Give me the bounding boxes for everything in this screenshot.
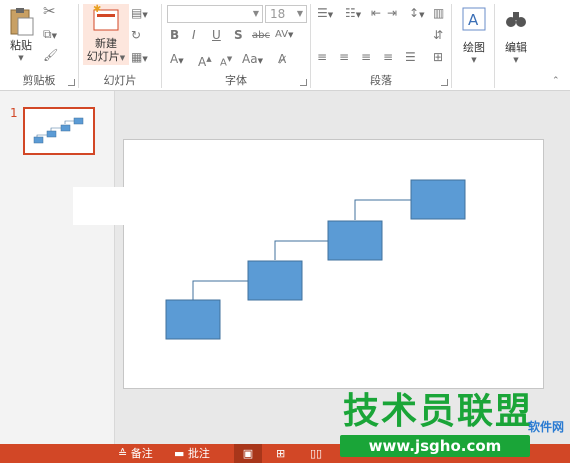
paragraph-group: ☰▼ ☷▼ ⇤ ⇥ ↕▼ ▥ ⇵ ⊞ ≡ ≡ ≡ ≡ ☰ 段落 xyxy=(311,0,451,90)
clipboard-launcher-icon[interactable] xyxy=(68,79,75,86)
shape-box-1 xyxy=(165,299,221,340)
slide-content xyxy=(165,179,466,340)
bullets-icon[interactable]: ☰▼ xyxy=(317,6,333,22)
new-slide-label-1: 新建 xyxy=(95,37,117,50)
shape-box-3 xyxy=(327,220,383,261)
clipboard-group: 粘贴 ▼ ✂ ⧉▼ 🖌 剪贴板 xyxy=(0,0,78,90)
paragraph-group-label: 段落 xyxy=(370,74,392,87)
chevron-down-icon: ▼ xyxy=(18,54,24,62)
font-launcher-icon[interactable] xyxy=(300,79,307,86)
strikethrough-icon[interactable]: abc xyxy=(252,29,270,43)
align-right-icon[interactable]: ≡ xyxy=(361,50,371,64)
font-color-icon[interactable]: A▼ xyxy=(170,52,184,68)
line-spacing-icon[interactable]: ↕▼ xyxy=(409,6,424,22)
section-icon[interactable]: ▦▼ xyxy=(131,50,148,66)
binoculars-icon xyxy=(506,12,526,27)
drawing-label: 绘图 xyxy=(463,41,485,54)
columns-icon[interactable]: ▥ xyxy=(433,6,444,20)
thumbnail-preview xyxy=(33,117,84,144)
paste-label: 粘贴 xyxy=(10,39,32,52)
slide-canvas[interactable] xyxy=(123,139,544,389)
numbering-icon[interactable]: ☷▼ xyxy=(345,6,361,22)
new-slide-label-2: 幻灯片▼ xyxy=(86,50,126,63)
shape-box-4 xyxy=(410,179,466,220)
editing-button[interactable]: 编辑 ▼ xyxy=(499,6,533,67)
blank-overlay xyxy=(73,187,126,225)
drawing-group: A 绘图 ▼ xyxy=(452,0,494,90)
clipboard-group-label: 剪贴板 xyxy=(22,74,56,87)
shapes-icon: A xyxy=(462,7,486,31)
font-size-combo[interactable]: 18 ▼ xyxy=(265,5,307,23)
bold-icon[interactable]: B xyxy=(170,28,179,42)
shrink-font-icon[interactable]: A▼ xyxy=(220,52,232,70)
text-direction-icon[interactable]: ⇵ xyxy=(433,28,443,42)
decrease-indent-icon[interactable]: ⇤ xyxy=(371,6,381,20)
character-spacing-icon[interactable]: AV▼ xyxy=(275,28,293,42)
collapse-ribbon-icon[interactable]: ⌃ xyxy=(552,74,560,88)
svg-text:A: A xyxy=(468,11,479,29)
increase-indent-icon[interactable]: ⇥ xyxy=(387,6,397,20)
drawing-button[interactable]: A 绘图 ▼ xyxy=(458,6,490,67)
chevron-down-icon: ▼ xyxy=(513,56,519,64)
underline-icon[interactable]: U xyxy=(212,28,221,42)
font-name-combo[interactable]: ▼ xyxy=(167,5,263,23)
slide-thumbnail[interactable] xyxy=(23,107,95,155)
smartart-icon[interactable]: ⊞ xyxy=(433,50,443,64)
svg-text:✱: ✱ xyxy=(93,4,101,15)
italic-icon[interactable]: I xyxy=(192,28,196,42)
new-slide-icon: ✱ xyxy=(93,4,119,31)
connector-2 xyxy=(274,240,328,260)
shape-box-2 xyxy=(247,260,303,301)
connector-1 xyxy=(192,280,248,300)
editing-group: 编辑 ▼ xyxy=(495,0,537,90)
cut-icon[interactable]: ✂ xyxy=(43,4,56,19)
slide-sorter-icon[interactable]: ⊞ xyxy=(276,444,285,463)
shadow-icon[interactable]: S xyxy=(234,28,243,42)
align-center-icon[interactable]: ≡ xyxy=(339,50,349,64)
align-left-icon[interactable]: ≡ xyxy=(317,50,327,64)
ribbon: 粘贴 ▼ ✂ ⧉▼ 🖌 剪贴板 ✱ 新建 幻灯片▼ ▤▼ ↻ ▦▼ 幻灯片 ▼ xyxy=(0,0,570,91)
editing-label: 编辑 xyxy=(505,41,527,54)
change-case-icon[interactable]: Aa▼ xyxy=(242,52,263,68)
chevron-down-icon: ▼ xyxy=(471,56,477,64)
reset-icon[interactable]: ↻ xyxy=(131,28,141,42)
justify-icon[interactable]: ≡ xyxy=(383,50,393,64)
normal-view-icon[interactable]: ▣ xyxy=(234,444,262,463)
comments-button[interactable]: ▬ 批注 xyxy=(174,444,210,463)
format-painter-icon[interactable]: 🖌 xyxy=(43,48,58,62)
paste-icon xyxy=(10,8,34,36)
clear-formatting-icon[interactable]: A̷ xyxy=(278,52,286,66)
connector-3 xyxy=(354,199,411,220)
watermark-title: 技术员联盟 xyxy=(343,391,534,432)
slide-number: 1 xyxy=(10,106,18,120)
watermark-url: www.jsgho.com xyxy=(340,435,530,457)
font-group: ▼ 18 ▼ B I U S abc AV▼ A▼ A▲ A▼ Aa▼ A̷ 字体 xyxy=(162,0,310,90)
slides-group: ✱ 新建 幻灯片▼ ▤▼ ↻ ▦▼ 幻灯片 xyxy=(79,0,161,90)
new-slide-button[interactable]: ✱ 新建 幻灯片▼ xyxy=(83,4,129,65)
grow-font-icon[interactable]: A▲ xyxy=(198,52,212,69)
notes-button[interactable]: ≙ 备注 xyxy=(118,444,153,463)
copy-icon[interactable]: ⧉▼ xyxy=(43,27,57,43)
distributed-icon[interactable]: ☰ xyxy=(405,50,416,64)
font-group-label: 字体 xyxy=(225,74,247,87)
reading-view-icon[interactable]: ▯▯ xyxy=(310,444,322,463)
layout-icon[interactable]: ▤▼ xyxy=(131,6,148,22)
paste-button[interactable]: 粘贴 ▼ xyxy=(6,6,36,65)
slides-group-label: 幻灯片 xyxy=(103,74,137,87)
watermark-side: 软件网 xyxy=(528,420,565,434)
paragraph-launcher-icon[interactable] xyxy=(441,79,448,86)
